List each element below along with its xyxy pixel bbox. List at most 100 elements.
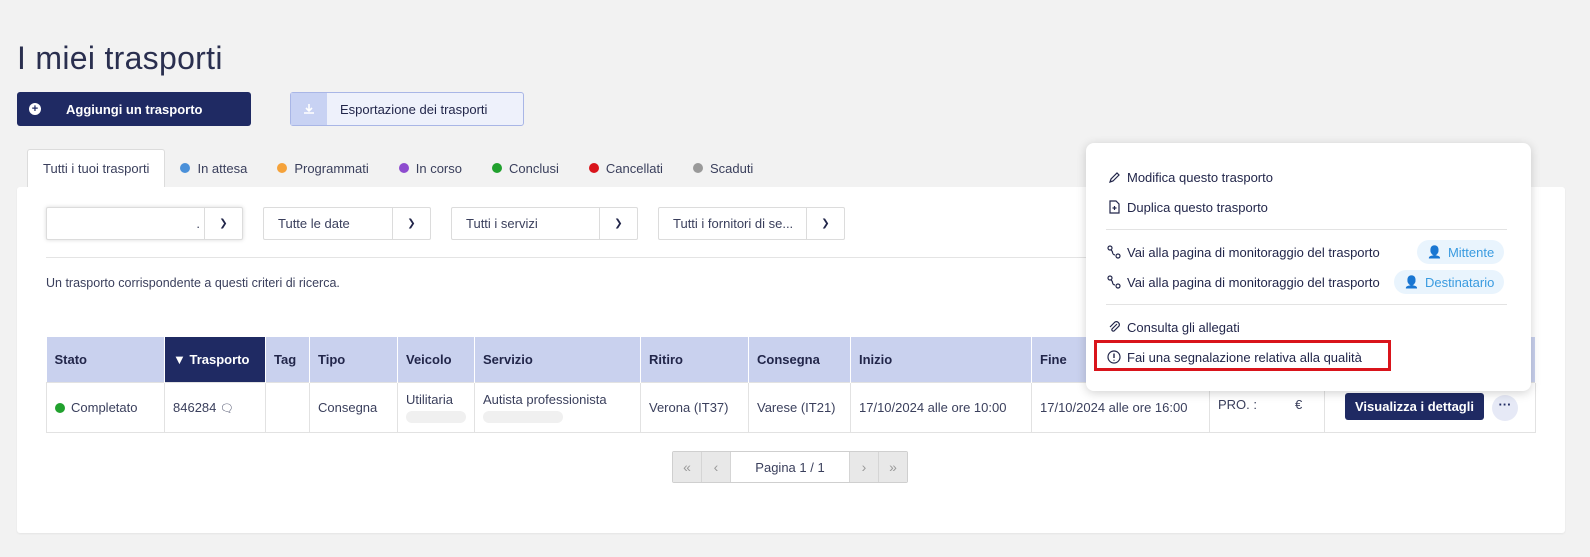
transport-id: 846284: [173, 399, 217, 415]
menu-item-duplicate-label: Duplica questo trasporto: [1127, 199, 1268, 215]
redacted-text: [406, 410, 466, 423]
cell-servizio: Autista professionista: [474, 381, 641, 433]
tab-cancelled[interactable]: Cancellati: [574, 149, 678, 187]
menu-item-monitor-recipient[interactable]: Vai alla pagina di monitoraggio del tras…: [1106, 274, 1380, 290]
providers-filter-value: Tutti i fornitori di se...: [673, 216, 794, 231]
plus-circle-icon: +: [17, 92, 53, 126]
menu-item-edit[interactable]: Modifica questo trasporto: [1106, 169, 1273, 185]
completed-status-icon: [55, 402, 65, 413]
tab-all-label: Tutti i tuoi trasporti: [43, 161, 150, 176]
menu-item-attachments[interactable]: Consulta gli allegati: [1106, 319, 1240, 335]
cell-stato: Completato: [46, 381, 165, 433]
tab-scheduled[interactable]: Programmati: [262, 149, 383, 187]
vehicle-label: Utilitaria: [406, 391, 453, 407]
add-transport-button[interactable]: + Aggiungi un trasporto: [17, 92, 251, 126]
tab-expired[interactable]: Scaduti: [678, 149, 768, 187]
cell-inizio: 17/10/2024 alle ore 10:00: [850, 381, 1032, 433]
export-transports-label: Esportazione dei trasporti: [340, 101, 488, 117]
sender-badge[interactable]: 👤 Mittente: [1417, 240, 1505, 264]
menu-divider: [1106, 229, 1507, 230]
menu-item-duplicate[interactable]: Duplica questo trasporto: [1106, 199, 1268, 215]
last-page-icon[interactable]: »: [878, 452, 907, 482]
cell-trasporto: 846284 🗨: [164, 381, 266, 433]
previous-page-icon[interactable]: ‹: [702, 452, 731, 482]
tab-cancelled-label: Cancellati: [605, 160, 663, 176]
column-header-ritiro[interactable]: Ritiro: [640, 337, 749, 382]
results-count-text: Un trasporto corrispondente a questi cri…: [46, 276, 340, 290]
status-dot-icon: [180, 163, 191, 173]
menu-item-attachments-label: Consulta gli allegati: [1127, 319, 1240, 335]
chevron-down-icon[interactable]: ❯: [392, 208, 430, 239]
column-header-inizio[interactable]: Inizio: [850, 337, 1032, 382]
download-icon: [291, 93, 327, 125]
price-currency: €: [1295, 396, 1303, 412]
highlight-box: [1094, 340, 1391, 371]
chevron-down-icon[interactable]: ❯: [599, 208, 637, 239]
user-icon: 👤: [1427, 245, 1442, 259]
recipient-badge[interactable]: 👤 Destinatario: [1394, 270, 1505, 294]
route-icon: [1106, 244, 1122, 260]
cell-tag: [265, 381, 310, 433]
menu-divider: [1106, 304, 1507, 305]
tab-pending-label: In attesa: [197, 160, 248, 176]
more-options-button[interactable]: ···: [1491, 394, 1518, 421]
menu-item-edit-label: Modifica questo trasporto: [1127, 169, 1273, 185]
recipient-badge-label: Destinatario: [1424, 274, 1495, 290]
column-header-consegna[interactable]: Consegna: [748, 337, 851, 382]
status-dot-icon: [277, 163, 288, 173]
price-prefix: PRO. :: [1218, 396, 1258, 412]
tab-scheduled-label: Programmati: [294, 160, 369, 176]
dates-filter[interactable]: Tutte le date ❯: [263, 207, 431, 240]
providers-filter[interactable]: Tutti i fornitori di se... ❯: [658, 207, 845, 240]
status-label: Completato: [71, 399, 138, 415]
divider: [46, 257, 1096, 258]
tab-in-progress-label: In corso: [415, 160, 462, 176]
cell-veicolo: Utilitaria: [397, 381, 475, 433]
services-filter-value: Tutti i servizi: [466, 216, 538, 231]
service-label: Autista professionista: [483, 391, 607, 407]
chevron-down-icon[interactable]: ❯: [806, 208, 844, 239]
export-transports-button[interactable]: Esportazione dei trasporti: [290, 92, 524, 126]
column-header-trasporto[interactable]: ▼ Trasporto: [164, 337, 266, 382]
cell-consegna: Varese (IT21): [748, 381, 851, 433]
tab-all[interactable]: Tutti i tuoi trasporti: [27, 149, 166, 187]
page-title: I miei trasporti: [17, 40, 223, 76]
column-header-servizio[interactable]: Servizio: [474, 337, 641, 382]
cell-ritiro: Verona (IT37): [640, 381, 749, 433]
status-dot-icon: [692, 163, 703, 173]
sender-badge-label: Mittente: [1447, 244, 1495, 260]
page-info: Pagina 1 / 1: [755, 459, 825, 475]
pencil-icon: [1106, 169, 1122, 185]
chevron-down-icon[interactable]: ❯: [204, 208, 242, 239]
tab-in-progress[interactable]: In corso: [384, 149, 477, 187]
add-transport-label: Aggiungi un trasporto: [66, 101, 203, 117]
column-header-tag[interactable]: Tag: [265, 337, 310, 382]
paperclip-icon: [1106, 319, 1122, 335]
route-icon: [1106, 274, 1122, 290]
duplicate-file-icon: [1106, 199, 1122, 215]
status-dot-icon: [492, 163, 502, 173]
tab-completed-label: Conclusi: [509, 160, 559, 176]
menu-item-monitor-recipient-label: Vai alla pagina di monitoraggio del tras…: [1127, 274, 1380, 290]
comment-icon[interactable]: 🗨: [220, 403, 234, 415]
next-page-icon[interactable]: ›: [849, 452, 878, 482]
column-header-tipo[interactable]: Tipo: [309, 337, 398, 382]
search-filter-value: .: [196, 216, 200, 231]
menu-item-monitor-sender-label: Vai alla pagina di monitoraggio del tras…: [1127, 244, 1380, 260]
search-filter[interactable]: . ❯: [46, 207, 243, 240]
tab-pending[interactable]: In attesa: [165, 149, 262, 187]
column-header-stato[interactable]: Stato: [46, 337, 165, 382]
status-dot-icon: [398, 163, 409, 173]
redacted-text: [483, 410, 563, 423]
tab-completed[interactable]: Conclusi: [477, 149, 574, 187]
dates-filter-value: Tutte le date: [278, 216, 350, 231]
pagination: « ‹ Pagina 1 / 1 › »: [672, 451, 908, 483]
first-page-icon[interactable]: «: [673, 452, 702, 482]
status-tabs: Tutti i tuoi trasporti In attesa Program…: [27, 149, 768, 187]
services-filter[interactable]: Tutti i servizi ❯: [451, 207, 638, 240]
menu-item-monitor-sender[interactable]: Vai alla pagina di monitoraggio del tras…: [1106, 244, 1380, 260]
column-header-veicolo[interactable]: Veicolo: [397, 337, 475, 382]
tab-expired-label: Scaduti: [709, 160, 754, 176]
view-details-button[interactable]: Visualizza i dettagli: [1345, 393, 1484, 421]
status-dot-icon: [588, 163, 599, 173]
